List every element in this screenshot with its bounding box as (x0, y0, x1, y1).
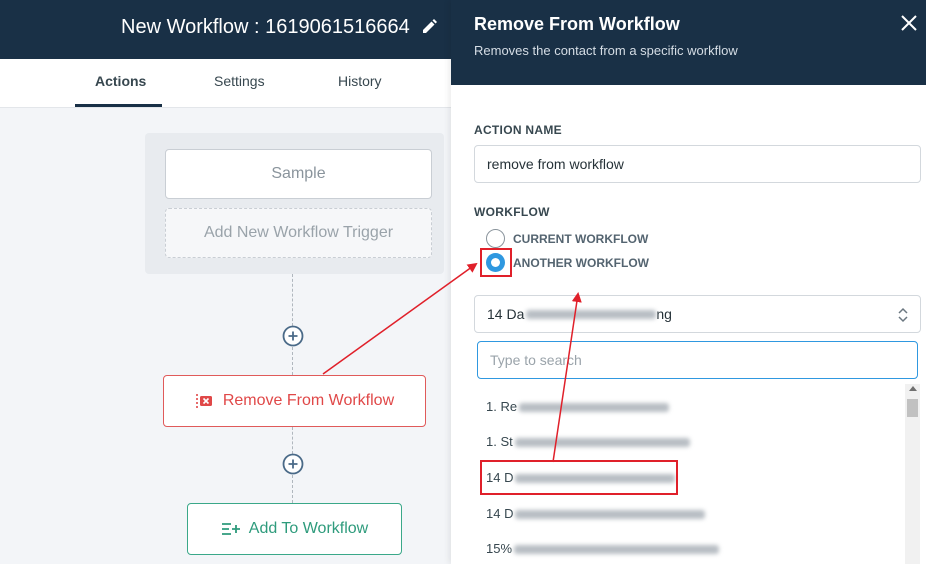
workflow-label: WORKFLOW (474, 205, 550, 219)
radio-current-label: CURRENT WORKFLOW (513, 231, 649, 246)
select-chevron-icon (898, 307, 908, 323)
panel-subtitle: Removes the contact from a specific work… (474, 43, 738, 58)
action-name-label: ACTION NAME (474, 123, 562, 137)
radio-current-workflow[interactable]: CURRENT WORKFLOW (486, 229, 648, 248)
node-add-label: Add To Workflow (248, 520, 369, 537)
connector-line (292, 274, 293, 326)
dropdown-option[interactable]: 1. St (486, 434, 690, 449)
dropdown-option[interactable]: 1. Re (486, 399, 670, 414)
action-name-input[interactable] (474, 145, 921, 183)
dropdown-scrollbar[interactable] (905, 384, 920, 564)
workflow-topbar: New Workflow : 1619061516664 (0, 0, 451, 59)
redacted-text (515, 510, 706, 520)
select-value-prefix: 14 Da (487, 306, 525, 322)
redacted-text (526, 309, 657, 319)
close-icon[interactable] (900, 14, 918, 32)
radio-button[interactable] (486, 229, 505, 248)
tab-history[interactable]: History (338, 73, 382, 89)
dropdown-option[interactable]: 15% (486, 541, 720, 556)
annotation-box-option (480, 460, 678, 495)
panel-header: Remove From Workflow Removes the contact… (451, 0, 926, 85)
annotation-box-radio (480, 248, 512, 277)
workflow-select[interactable]: 14 Da ng (474, 295, 921, 333)
radio-another-label: ANOTHER WORKFLOW (513, 255, 649, 270)
dropdown-option[interactable]: 14 D (486, 506, 706, 521)
active-tab-indicator (75, 104, 162, 107)
redacted-text (519, 403, 670, 413)
tab-actions[interactable]: Actions (95, 73, 146, 89)
sample-trigger-button[interactable]: Sample (165, 149, 432, 199)
remove-from-workflow-node[interactable]: Remove From Workflow (163, 375, 426, 427)
add-list-icon (221, 523, 240, 535)
pencil-icon[interactable] (420, 18, 438, 36)
scroll-up-arrow-icon[interactable] (909, 386, 917, 391)
action-panel: Remove From Workflow Removes the contact… (451, 0, 926, 564)
node-remove-label: Remove From Workflow (222, 392, 395, 409)
connector-line (292, 347, 293, 375)
scroll-thumb[interactable] (907, 399, 918, 417)
add-trigger-button[interactable]: Add New Workflow Trigger (165, 208, 432, 258)
dropdown-search-input[interactable] (477, 341, 918, 379)
tab-settings[interactable]: Settings (214, 73, 265, 89)
redacted-text (514, 438, 690, 448)
option-label: 1. St (486, 434, 513, 449)
select-value-suffix: ng (656, 306, 672, 322)
panel-title: Remove From Workflow (474, 14, 680, 34)
connector-line (292, 427, 293, 454)
workflow-dropdown: 1. Re 1. St 14 D 14 D 15% (474, 340, 921, 564)
option-label: 14 D (486, 506, 514, 521)
connector-line (292, 475, 293, 503)
add-to-workflow-node[interactable]: Add To Workflow (187, 503, 402, 555)
workflow-title: New Workflow : 1619061516664 (121, 16, 410, 38)
option-label: 1. Re (486, 399, 518, 414)
remove-workflow-icon (196, 394, 212, 408)
option-label: 15% (486, 541, 513, 556)
add-step-icon[interactable] (282, 325, 304, 347)
add-step-icon[interactable] (282, 453, 304, 475)
workflow-tabs: Actions Settings History (0, 59, 451, 108)
redacted-text (514, 545, 720, 555)
